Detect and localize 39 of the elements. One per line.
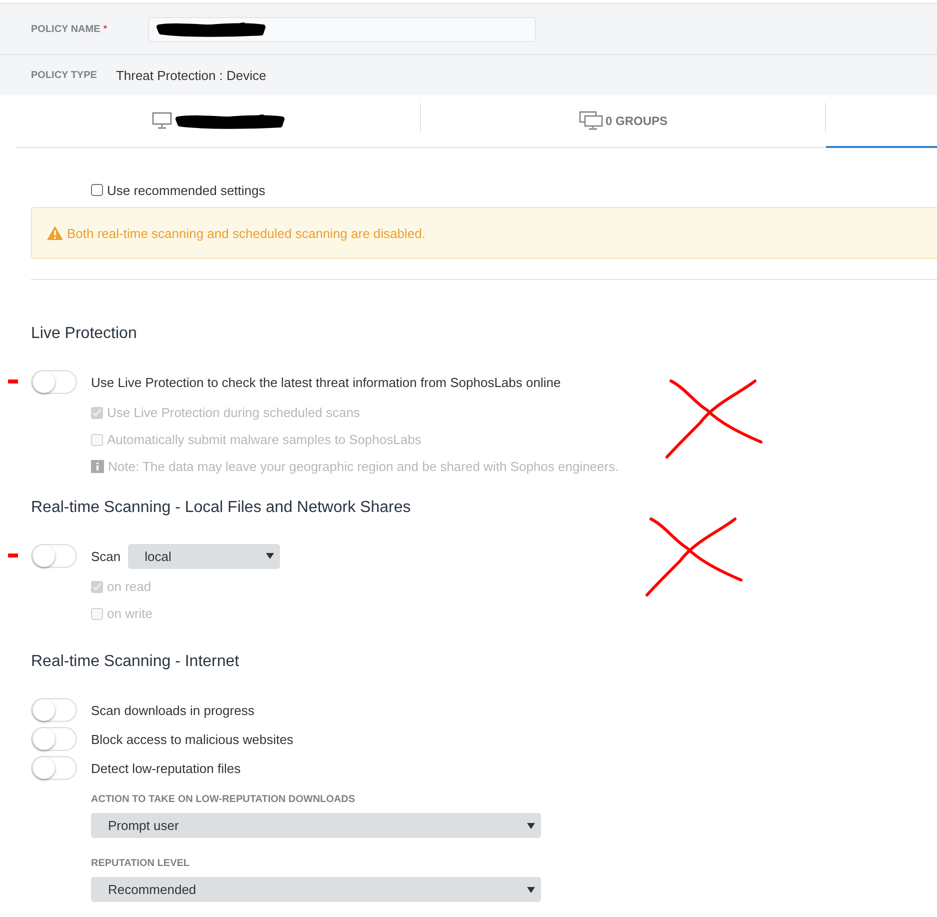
toggle-label: Scan [91, 548, 121, 564]
checkbox-label: Automatically submit malware samples to SophosLabs [107, 432, 422, 447]
toggle-switch[interactable] [31, 727, 77, 751]
section-title: Real-time Scanning - Local Files and Network Shares [31, 498, 412, 518]
toggle-label: Scan downloads in progress [91, 702, 254, 718]
input-field[interactable] [148, 16, 536, 42]
monitor-icon [152, 112, 172, 129]
toggle-switch[interactable] [31, 698, 77, 722]
field-label: POLICY NAME [31, 24, 100, 34]
toggle-label: Use Live Protection to check the latest threat information from SophosLabs online [91, 374, 561, 390]
checkbox-label: Use Live Protection during scheduled scans [107, 405, 360, 420]
toggle-switch[interactable] [31, 370, 77, 394]
required-mark: * [103, 24, 108, 34]
field-label: ACTION TO TAKE ON LOW-REPUTATION DOWNLOADS [91, 794, 356, 807]
warning-text: Both real-time scanning and scheduled scanning are disabled. [67, 226, 426, 240]
caret-icon [266, 553, 274, 559]
checkbox-label: on read [107, 579, 152, 594]
toggle-switch[interactable] [31, 544, 77, 568]
section-title: Live Protection [31, 324, 138, 344]
checkbox[interactable] [91, 184, 103, 196]
checkbox-label: Use recommended settings [107, 182, 266, 198]
scan-dropdown[interactable]: local [128, 544, 280, 568]
field-label: POLICY TYPE [31, 70, 97, 80]
caret-icon [527, 822, 535, 828]
monitors-icon [579, 111, 604, 130]
warning-icon [47, 226, 63, 240]
section-title: Real-time Scanning - Internet [31, 652, 240, 672]
toggle-label: Detect low-reputation files [91, 760, 241, 776]
dropdown[interactable]: Recommended [91, 877, 541, 902]
note-text: Note: The data may leave your geographic region and be shared with Sophos engineers. [108, 459, 619, 474]
toggle-label: Block access to malicious websites [91, 732, 294, 746]
caret-icon [527, 886, 535, 892]
tab[interactable]: 0 GROUPS [421, 95, 826, 148]
toggle-switch[interactable] [31, 756, 77, 780]
field-label: REPUTATION LEVEL [91, 858, 191, 871]
dropdown[interactable]: Prompt user [91, 813, 541, 838]
policy-type-value: Threat Protection : Device [116, 68, 266, 82]
info-icon [91, 460, 104, 473]
checkbox-label: on write [107, 606, 153, 621]
